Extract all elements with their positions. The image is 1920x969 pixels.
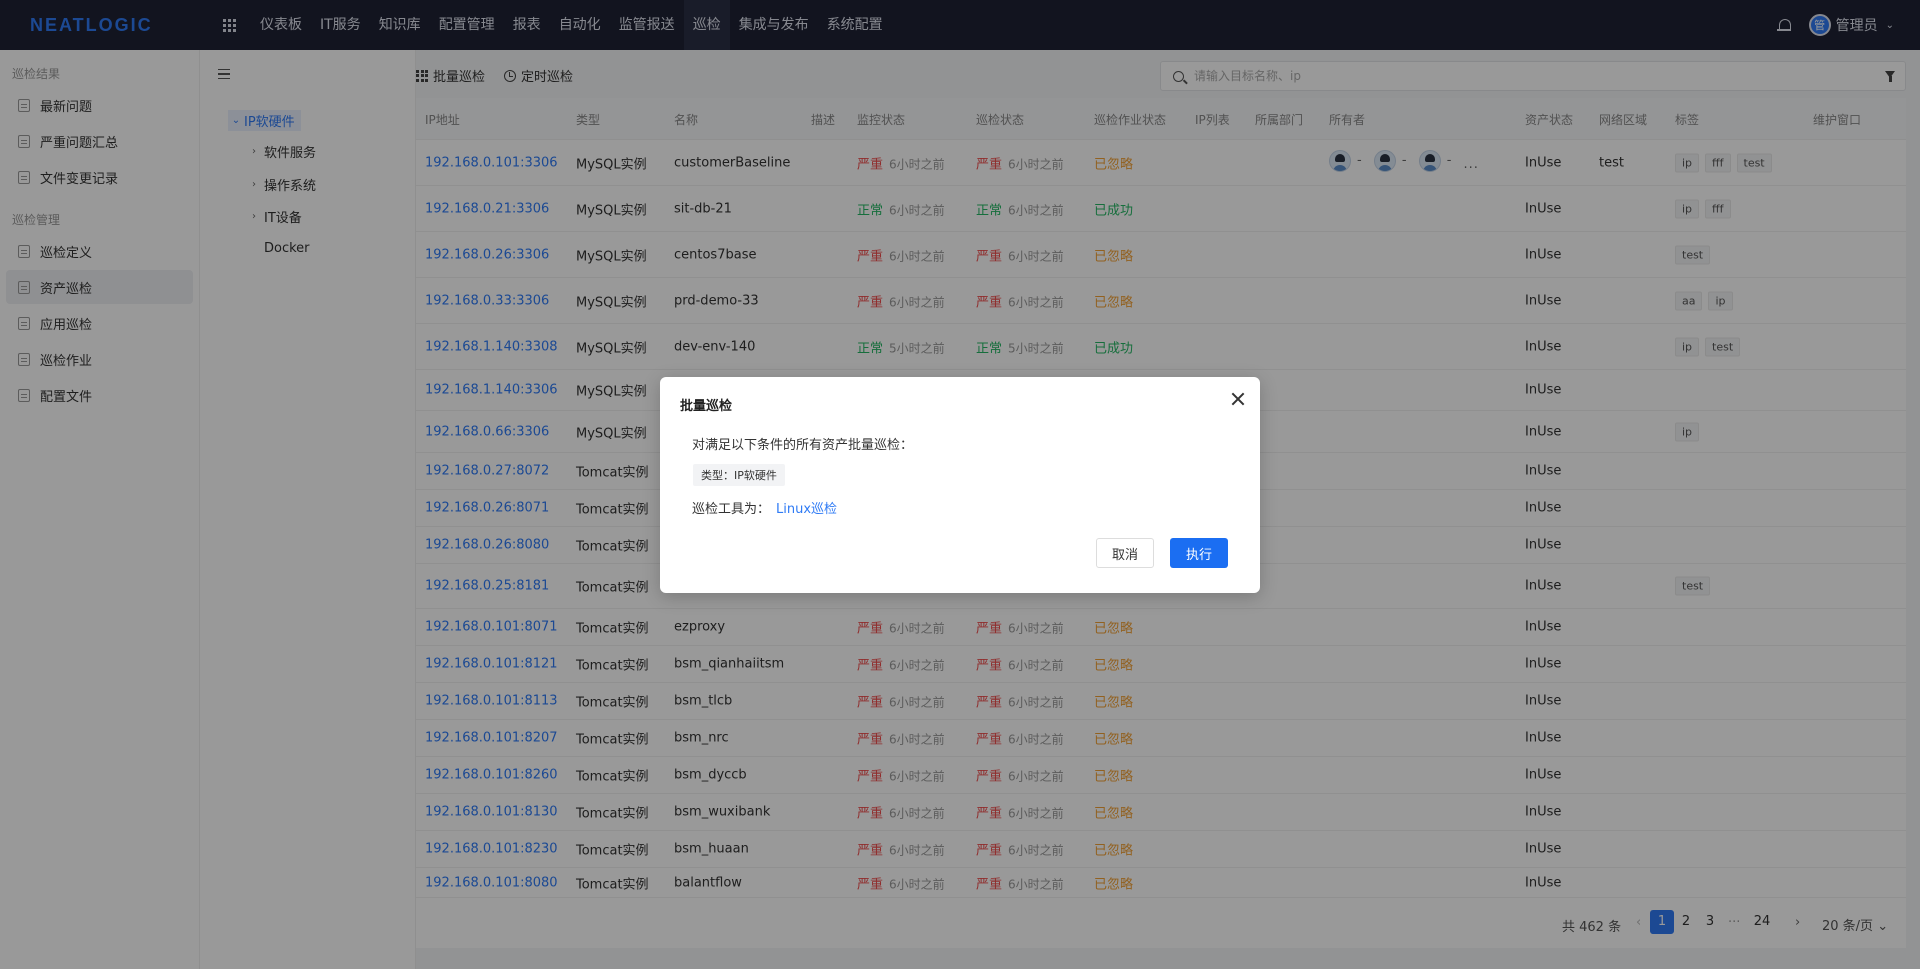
- cancel-button[interactable]: 取消: [1096, 538, 1154, 568]
- condition-tag: 类型：IP软硬件: [693, 464, 785, 486]
- close-icon[interactable]: [1230, 391, 1246, 407]
- dialog-title: 批量巡检: [680, 399, 733, 414]
- tool-line: 巡检工具为： Linux巡检: [692, 498, 837, 517]
- execute-button[interactable]: 执行: [1170, 538, 1228, 568]
- tool-label: 巡检工具为：: [692, 502, 771, 517]
- tool-link[interactable]: Linux巡检: [776, 502, 837, 517]
- dialog-description: 对满足以下条件的所有资产批量巡检：: [692, 438, 914, 453]
- batch-inspect-dialog: 批量巡检 对满足以下条件的所有资产批量巡检： 类型：IP软硬件 巡检工具为： Li…: [660, 377, 1260, 593]
